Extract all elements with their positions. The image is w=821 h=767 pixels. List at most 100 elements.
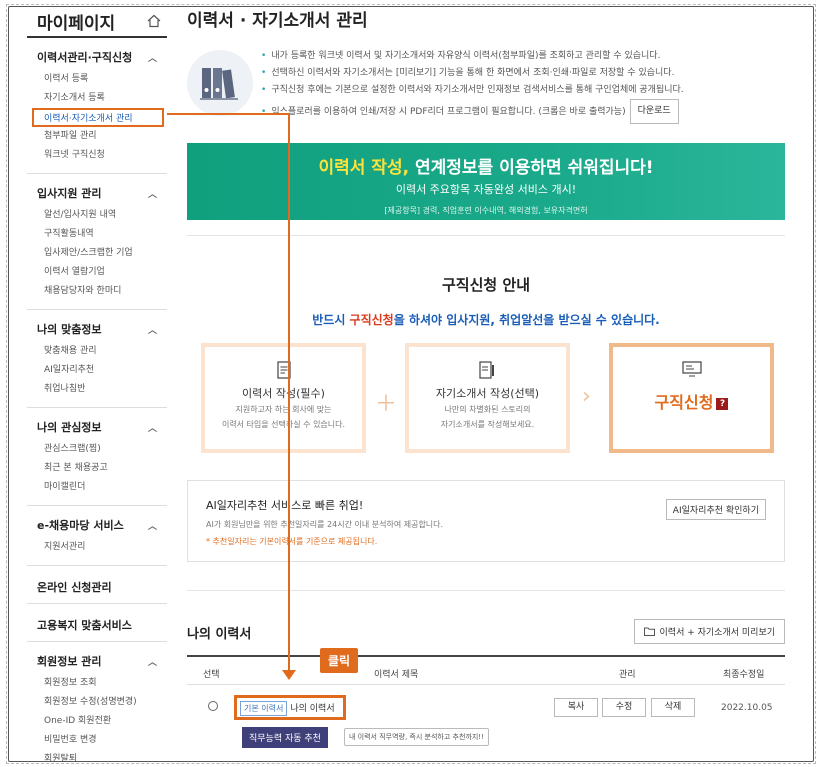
- delete-button[interactable]: 삭제: [651, 698, 695, 717]
- step-cover-letter[interactable]: 자기소개서 작성(선택) 나만의 차별화된 스토리의 자기소개서를 작성해보세요…: [405, 343, 570, 453]
- download-button[interactable]: 다운로드: [629, 99, 679, 124]
- resume-name[interactable]: 나의 이력서: [290, 704, 334, 714]
- job-application-guide: 구직신청 안내 반드시 구직신청을 하셔야 입사지원, 취업알선을 받으실 수 …: [187, 235, 785, 465]
- chevron-up-icon: ︿: [147, 423, 157, 434]
- sidebar-item-active[interactable]: 이력서·자기소개서 관리: [32, 108, 164, 127]
- step-resume[interactable]: 이력서 작성(필수) 지원하고자 하는 회사에 맞는 이력서 타입을 선택하실 …: [201, 343, 366, 453]
- sidebar-group-head[interactable]: 나의 맞춤정보 ︿: [27, 318, 167, 342]
- group-label: e-채용마당 서비스: [37, 519, 124, 532]
- sidebar-item[interactable]: 구직활동내역: [27, 225, 167, 244]
- sidebar-item[interactable]: 회원정보 조회: [27, 674, 167, 693]
- step-desc: 지원하고자 하는 회사에 맞는: [235, 405, 332, 414]
- group-label: 이력서관리·구직신청: [37, 51, 133, 64]
- folder-icon: [643, 627, 655, 636]
- group-label: 나의 관심정보: [37, 421, 102, 434]
- select-radio[interactable]: [208, 701, 218, 711]
- resume-section-header: 나의 이력서 이력서 + 자기소개서 미리보기: [187, 590, 785, 650]
- step-apply-title: 구직신청?: [613, 389, 770, 413]
- sidebar-group-head[interactable]: 나의 관심정보 ︿: [27, 416, 167, 440]
- sidebar-item[interactable]: 회원정보 수정(성명변경): [27, 693, 167, 712]
- promo-banner[interactable]: 이력서 작성, 연계정보를 이용하면 쉬워집니다! 이력서 주요항목 자동완성 …: [187, 143, 785, 220]
- intro-list: 내가 등록한 워크넷 이력서 및 자기소개서와 자유양식 이력서(첨부파일)를 …: [261, 48, 684, 124]
- step-title: 이력서 작성(필수): [242, 387, 325, 400]
- banner-highlight: 이력서 작성,: [318, 158, 410, 178]
- copy-button[interactable]: 복사: [554, 698, 598, 717]
- group-label: 입사지원 관리: [37, 187, 102, 200]
- sidebar-item[interactable]: 취업나침반: [27, 380, 167, 399]
- guide-sub-pre: 반드시: [312, 313, 350, 327]
- click-callout: 클릭: [320, 648, 359, 673]
- sidebar-item[interactable]: 맞춤채용 관리: [27, 342, 167, 361]
- monitor-icon: [681, 361, 702, 377]
- sidebar-item[interactable]: 마이캘린더: [27, 478, 167, 497]
- chevron-up-icon: ︿: [147, 189, 157, 200]
- sidebar-item[interactable]: 비밀번호 변경: [27, 731, 167, 750]
- group-label: 나의 맞춤정보: [37, 323, 102, 336]
- sidebar-group-member: 회원정보 관리 ︿ 회원정보 조회 회원정보 수정(성명변경) One-ID 회원…: [27, 642, 167, 767]
- home-icon[interactable]: [147, 14, 161, 28]
- chevron-up-icon: ︿: [147, 657, 157, 668]
- sidebar-item[interactable]: One-ID 회원전환: [27, 712, 167, 731]
- sidebar-group-head[interactable]: 이력서관리·구직신청 ︿: [27, 46, 167, 70]
- col-title: 이력서 제목: [374, 670, 419, 680]
- sidebar-title-text: 마이페이지: [37, 13, 116, 34]
- ai-recommend-box: AI일자리추천 서비스로 빠른 취업! AI가 회원님만을 위한 추천일자리를 …: [187, 480, 785, 562]
- intro-item: 구직신청 후에는 기본으로 설정한 이력서와 자기소개서만 인재정보 검색서비스…: [261, 82, 683, 99]
- intro-item: 내가 등록한 워크넷 이력서 및 자기소개서와 자유양식 이력서(첨부파일)를 …: [261, 48, 684, 65]
- chevron-up-icon: ︿: [147, 521, 157, 532]
- help-icon[interactable]: ?: [716, 397, 729, 410]
- guide-title: 구직신청 안내: [441, 276, 531, 294]
- table-row: 기본 이력서 나의 이력서 복사 수정 삭제 2022.10.05 직무능력 자동…: [187, 686, 785, 750]
- basic-resume-tag: 기본 이력서: [240, 701, 288, 716]
- page-title: 이력서 · 자기소개서 관리: [187, 11, 368, 31]
- sidebar-item[interactable]: 이력서 등록: [27, 70, 167, 89]
- group-label: 회원정보 관리: [37, 655, 102, 668]
- sidebar-group-apply: 입사지원 관리 ︿ 알선/입사지원 내역 구직활동내역 입사제안/스크랩한 기업 …: [27, 174, 167, 310]
- guide-subtitle: 반드시 구직신청을 하셔야 입사지원, 취업알선을 받으실 수 있습니다.: [187, 311, 785, 328]
- sidebar-item[interactable]: 지원서관리: [27, 538, 167, 557]
- ai-check-button[interactable]: AI일자리추천 확인하기: [665, 499, 766, 520]
- annotation-line: [167, 113, 290, 115]
- preview-label: 이력서 + 자기소개서 미리보기: [659, 628, 775, 638]
- sidebar-group-custom: 나의 맞춤정보 ︿ 맞춤채용 관리 AI일자리추천 취업나침반: [27, 310, 167, 408]
- guide-sub-post: 을 하셔야 입사지원, 취업알선을 받으실 수 있습니다.: [393, 313, 660, 327]
- sidebar-item-online[interactable]: 온라인 신청관리: [27, 566, 167, 604]
- banner-items: [제공항목] 경력, 직업훈련 이수내역, 해외경험, 보유자격면허: [384, 206, 588, 215]
- col-manage: 관리: [619, 670, 636, 680]
- sidebar-item[interactable]: 자기소개서 등록: [27, 89, 167, 108]
- col-date: 최종수정일: [723, 670, 765, 680]
- annotation-arrow: [282, 670, 296, 680]
- col-select: 선택: [203, 670, 220, 680]
- step-desc: 이력서 타입을 선택하실 수 있습니다.: [221, 420, 346, 429]
- sidebar-group-e-hire: e-채용마당 서비스 ︿ 지원서관리: [27, 506, 167, 566]
- ai-note: * 추천일자리는 기본이력서를 기준으로 제공됩니다.: [206, 537, 378, 546]
- sidebar-item[interactable]: 이력서 열람기업: [27, 263, 167, 282]
- sidebar-item[interactable]: 워크넷 구직신청: [27, 146, 167, 165]
- tooltip: 내 이력서 직무역량, 즉시 분석하고 추천까지!!: [344, 728, 489, 746]
- preview-button[interactable]: 이력서 + 자기소개서 미리보기: [633, 619, 785, 644]
- auto-recommend-button[interactable]: 직무능력 자동 추천: [242, 727, 328, 748]
- sidebar-item[interactable]: 첨부파일 관리: [27, 127, 167, 146]
- sidebar-item-welfare[interactable]: 고용복지 맞춤서비스: [27, 604, 167, 642]
- resume-title: 나의 이력서: [187, 627, 252, 642]
- step-job-apply[interactable]: 구직신청?: [609, 343, 774, 453]
- sidebar-group-head[interactable]: 입사지원 관리 ︿: [27, 182, 167, 206]
- chevron-up-icon: ︿: [147, 325, 157, 336]
- sidebar-group-head[interactable]: 회원정보 관리 ︿: [27, 650, 167, 674]
- sidebar-item[interactable]: 채용담당자와 한마디: [27, 282, 167, 301]
- intro-item: 익스플로러를 이용하여 인쇄/저장 시 PDF리더 프로그램이 필요합니다. (…: [261, 99, 684, 124]
- sidebar-item[interactable]: 입사제안/스크랩한 기업: [27, 244, 167, 263]
- sidebar-item[interactable]: 최근 본 채용공고: [27, 459, 167, 478]
- step-desc: 나만의 차별화된 스토리의: [444, 405, 531, 414]
- edit-button[interactable]: 수정: [602, 698, 646, 717]
- sidebar-item[interactable]: 알선/입사지원 내역: [27, 206, 167, 225]
- sidebar-item[interactable]: AI일자리추천: [27, 361, 167, 380]
- banner-headline: 이력서 작성, 연계정보를 이용하면 쉬워집니다!: [187, 153, 785, 178]
- sidebar-group-resume: 이력서관리·구직신청 ︿ 이력서 등록 자기소개서 등록 이력서·자기소개서 관리…: [27, 38, 167, 174]
- sidebar-item[interactable]: 회원탈퇴: [27, 750, 167, 767]
- sidebar-group-interest: 나의 관심정보 ︿ 관심스크랩(찜) 최근 본 채용공고 마이캘린더: [27, 408, 167, 506]
- sidebar-group-head[interactable]: e-채용마당 서비스 ︿: [27, 514, 167, 538]
- resume-name-cell[interactable]: 기본 이력서 나의 이력서: [234, 695, 346, 720]
- sidebar-item[interactable]: 관심스크랩(찜): [27, 440, 167, 459]
- pen-document-icon: [478, 361, 494, 379]
